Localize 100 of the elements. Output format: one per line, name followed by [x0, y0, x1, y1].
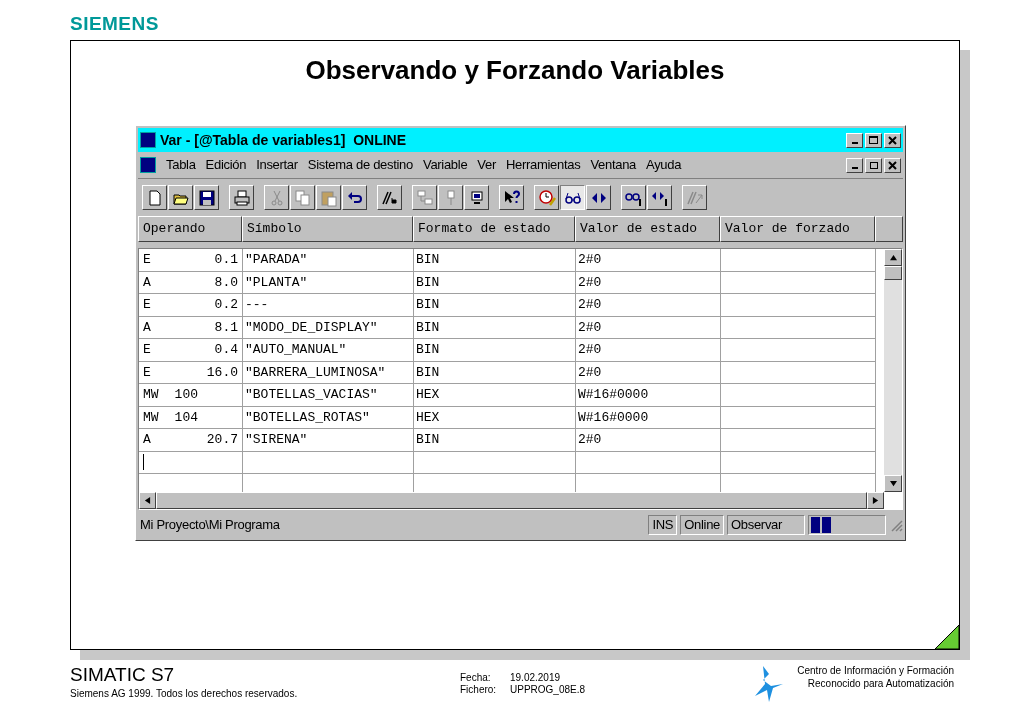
- operand-address: 20.7: [206, 431, 238, 449]
- status-value-cell-text: 2#0: [578, 296, 602, 314]
- symbol-cell-text: "SIRENA": [245, 431, 308, 449]
- operand-address: 8.0: [214, 273, 238, 292]
- operand-area: A: [143, 317, 151, 337]
- menu-item[interactable]: Ver: [477, 155, 496, 175]
- operand-area: MW: [143, 407, 159, 427]
- institution-text: Centro de Información y Formación: [797, 664, 954, 677]
- status-value-cell-text: 2#0: [578, 431, 602, 449]
- operand-address: 0.1: [214, 251, 238, 269]
- status-value-cell-text: 2#0: [578, 363, 602, 382]
- menu-item[interactable]: Sistema de destino: [307, 155, 413, 175]
- text-cursor: [143, 454, 144, 471]
- date-label: Fecha:: [460, 672, 492, 684]
- format-cell-text: BIN: [416, 431, 440, 449]
- symbol-cell-text: "PARADA": [245, 251, 308, 269]
- symbol-cell-text: ---: [245, 296, 269, 314]
- close-icon: [888, 135, 897, 145]
- format-cell-text: BIN: [416, 318, 440, 337]
- status-field: Online: [680, 515, 724, 535]
- status-value-cell-text: 2#0: [578, 341, 602, 359]
- toolbar-button[interactable]: [560, 185, 585, 210]
- format-cell-text: HEX: [416, 386, 440, 404]
- operand-address: 16.0: [206, 363, 238, 382]
- vertical-scrollbar[interactable]: [884, 249, 902, 492]
- scroll-down-button[interactable]: [884, 475, 902, 492]
- left-arrow-icon: [144, 497, 151, 504]
- format-cell-text: BIN: [416, 296, 440, 314]
- header-filler: [875, 216, 903, 242]
- scrollbar-thumb[interactable]: [884, 266, 902, 280]
- operand-area: E: [143, 295, 151, 315]
- format-cell-text: HEX: [416, 408, 440, 427]
- operand-area: MW: [143, 385, 159, 405]
- menu-item[interactable]: Edición: [205, 155, 247, 175]
- format-cell-text: BIN: [416, 363, 440, 382]
- up-arrow-icon: [889, 254, 897, 261]
- operand-area: E: [143, 250, 151, 270]
- window-title: Var - [@Tabla de variables1] ONLINE: [160, 130, 408, 150]
- symbol-cell-text: "BOTELLAS_ROTAS": [245, 408, 370, 427]
- menu-item[interactable]: Variable: [423, 155, 468, 175]
- symbol-cell-text: "MODO_DE_DISPLAY": [245, 318, 378, 337]
- column-header[interactable]: Formato de estado: [413, 216, 575, 242]
- clipboard-icon: [319, 188, 338, 207]
- restore-button[interactable]: [865, 157, 882, 173]
- menu-item[interactable]: Herramientas: [505, 155, 581, 175]
- menu-item[interactable]: Ventana: [590, 155, 636, 175]
- operand-address: 104: [174, 408, 198, 427]
- status-path: Mi Proyecto\Mi Programa: [139, 516, 281, 535]
- scroll-up-button[interactable]: [884, 249, 902, 266]
- close-button[interactable]: [884, 132, 901, 148]
- status-field: Observar: [727, 515, 805, 535]
- operand-area: E: [143, 362, 151, 382]
- minimize-button[interactable]: [846, 157, 863, 173]
- column-header[interactable]: Valor de estado: [575, 216, 720, 242]
- copyright-text: Siemens AG 1999. Todos los derechos reservados.: [70, 687, 299, 701]
- symbol-cell-text: "PLANTA": [245, 273, 308, 292]
- network-icon: [415, 188, 434, 207]
- format-cell-text: BIN: [416, 273, 440, 292]
- slide-title: Observando y Forzando Variables: [305, 55, 725, 85]
- symbol-cell-text: "AUTO_MANUAL": [245, 341, 347, 359]
- format-cell-text: BIN: [416, 251, 440, 269]
- operand-area: E: [143, 340, 151, 360]
- column-header[interactable]: Operando: [138, 216, 242, 242]
- institution-text: Reconocido para Automatización: [807, 677, 954, 690]
- file-value: UPPROG_08E.8: [510, 684, 586, 696]
- operand-area: A: [143, 430, 151, 450]
- document-icon: [140, 157, 156, 173]
- date-value: 19.02.2019: [510, 672, 562, 684]
- clock-pencil-icon: [537, 188, 556, 207]
- minimize-button[interactable]: [846, 132, 863, 148]
- operand-area: A: [143, 272, 151, 292]
- operand-address: 100: [174, 386, 198, 404]
- status-value-cell-text: W#16#0000: [578, 408, 649, 427]
- right-arrow-icon: [872, 497, 879, 504]
- status-value-cell-text: W#16#0000: [578, 386, 649, 404]
- column-header[interactable]: Símbolo: [242, 216, 413, 242]
- file-label: Fichero:: [460, 684, 498, 696]
- close-icon: [888, 160, 897, 170]
- operand-address: 0.2: [214, 296, 238, 314]
- column-header[interactable]: Valor de forzado: [720, 216, 875, 242]
- maximize-button[interactable]: [865, 132, 882, 148]
- status-value-cell-text: 2#0: [578, 318, 602, 337]
- brand-logo: SIEMENS: [70, 13, 159, 34]
- copy-icon: [293, 188, 312, 207]
- status-value-cell-text: 2#0: [578, 251, 602, 269]
- menu-item[interactable]: Ayuda: [646, 155, 682, 175]
- operand-address: 8.1: [214, 318, 238, 337]
- operand-address: 0.4: [214, 341, 238, 359]
- menu-item[interactable]: Tabla: [166, 155, 196, 175]
- menu-item[interactable]: Insertar: [256, 155, 298, 175]
- printer-icon: [232, 188, 251, 207]
- product-name: SIMATIC S7: [70, 664, 176, 686]
- scroll-left-button[interactable]: [139, 492, 156, 509]
- app-icon: [140, 132, 156, 148]
- scroll-right-button[interactable]: [867, 492, 884, 509]
- close-button[interactable]: [884, 157, 901, 173]
- status-field: INS: [648, 515, 678, 535]
- symbol-cell-text: "BOTELLAS_VACIAS": [245, 386, 378, 404]
- format-cell-text: BIN: [416, 341, 440, 359]
- resize-grip-icon[interactable]: [889, 518, 903, 532]
